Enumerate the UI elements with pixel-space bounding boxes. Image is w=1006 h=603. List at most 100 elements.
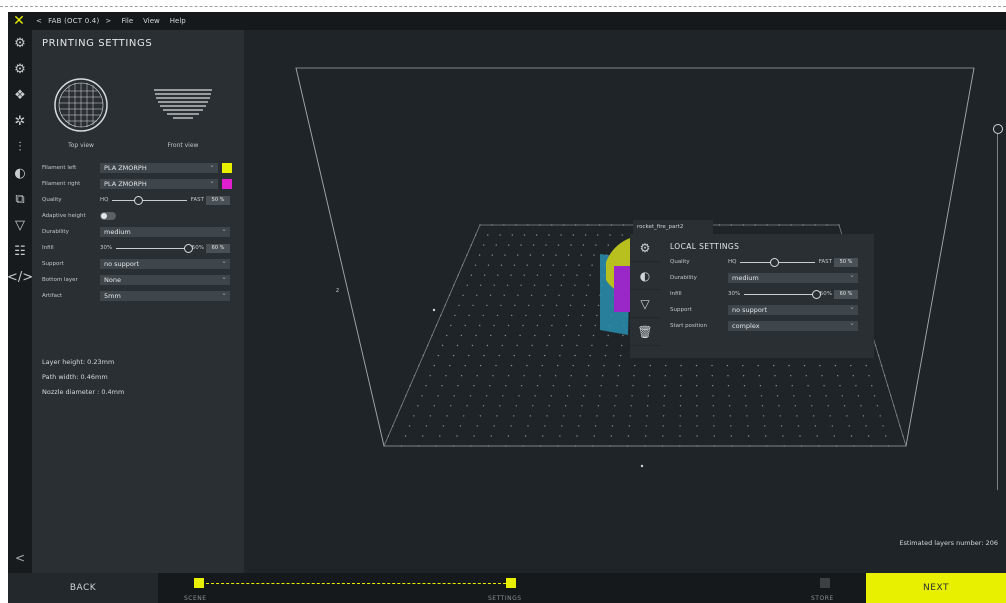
local-support-select[interactable]: no support xyxy=(728,302,858,315)
step-store-marker[interactable] xyxy=(820,578,830,588)
project-name[interactable]: FAB (OCT 0.4) xyxy=(48,17,99,25)
durability-select[interactable]: medium xyxy=(100,224,230,237)
infill-slider[interactable]: 30% 50% 60 % xyxy=(100,243,230,253)
infill-knob[interactable] xyxy=(183,243,193,253)
local-quality-track[interactable] xyxy=(740,257,815,267)
back-button[interactable]: BACK xyxy=(8,573,158,603)
next-button[interactable]: NEXT xyxy=(866,573,1006,603)
bed-grid-dot xyxy=(595,244,597,246)
bed-grid-dot xyxy=(476,375,478,377)
step-settings-marker[interactable] xyxy=(506,578,516,588)
local-gear-icon[interactable]: ⚙ xyxy=(630,234,660,262)
trash-icon[interactable]: 🗑 xyxy=(630,318,660,346)
bed-grid-dot xyxy=(491,254,493,256)
bed-grid-dot xyxy=(506,284,509,286)
bed-grid-dot xyxy=(536,385,539,387)
bed-grid-dot xyxy=(511,314,513,317)
quality-slider[interactable]: HQ FAST 50 % xyxy=(100,195,230,205)
bed-grid-dot xyxy=(583,304,586,307)
adaptive-height-toggle[interactable] xyxy=(100,212,116,220)
infill-row: Infill 30% 50% 60 % xyxy=(42,242,238,254)
local-quality-knob[interactable] xyxy=(769,257,779,267)
bed-grid-dot xyxy=(846,415,848,417)
bed-grid-dot xyxy=(530,294,533,296)
layer-slider-track[interactable] xyxy=(997,130,998,490)
crumb-prefix[interactable]: < xyxy=(36,17,42,25)
code-icon[interactable]: </> xyxy=(7,264,33,290)
bed-grid-dot xyxy=(422,354,424,357)
support-tree-icon[interactable]: ⫶ xyxy=(8,134,32,160)
gear-sub-icon[interactable]: ⚙ xyxy=(8,56,32,82)
local-infill-label: Infill xyxy=(670,291,682,297)
step-scene-marker[interactable] xyxy=(194,578,204,588)
local-infill-knob[interactable] xyxy=(811,289,821,299)
infill-track[interactable] xyxy=(116,243,193,253)
bed-grid-dot xyxy=(819,364,821,367)
bed-grid-dot xyxy=(576,274,578,276)
bed-grid-dot xyxy=(409,385,411,387)
local-infill-track[interactable] xyxy=(744,289,821,299)
bed-grid-dot xyxy=(441,385,443,387)
bed-grid-dot xyxy=(498,354,500,357)
quality-knob[interactable] xyxy=(134,195,144,205)
collapse-panel-button[interactable]: < xyxy=(8,551,32,565)
model-settings-icon[interactable]: ❖ xyxy=(8,82,32,108)
infill-value-box[interactable]: 60 % xyxy=(206,243,230,253)
filament-right-select[interactable]: PLA ZMORPH xyxy=(100,176,218,189)
bed-grid-dot xyxy=(582,395,585,397)
app-window: ✕ < FAB (OCT 0.4) > File View Help ⚙ ⚙ ❖… xyxy=(7,12,1006,603)
bed-grid-dot xyxy=(418,364,420,367)
palette-icon[interactable]: ◐ xyxy=(8,160,32,186)
bed-grid-dot xyxy=(572,294,574,296)
bed-grid-dot xyxy=(615,395,617,397)
bed-grid-dot xyxy=(476,294,478,296)
quality-track[interactable] xyxy=(112,195,187,205)
local-infill-slider[interactable]: 30% 50% 60 % xyxy=(728,289,858,299)
bed-grid-dot xyxy=(603,364,605,367)
bed-grid-dot xyxy=(835,445,838,447)
filament-left-select[interactable]: PLA ZMORPH xyxy=(100,160,218,173)
menu-help[interactable]: Help xyxy=(170,17,186,25)
adaptive-height-row: Adaptive height xyxy=(42,210,238,222)
bed-grid-dot xyxy=(663,405,665,407)
local-quality-slider[interactable]: HQ FAST 50 % xyxy=(728,257,858,267)
local-start-select[interactable]: complex xyxy=(728,318,858,331)
bed-grid-dot xyxy=(834,364,837,367)
bed-grid-dot xyxy=(811,405,813,407)
multi-gear-icon[interactable]: ✲ xyxy=(8,108,32,134)
quality-value-box[interactable]: 50 % xyxy=(206,195,230,205)
bed-grid-dot xyxy=(435,445,437,447)
bed-grid-dot xyxy=(604,354,607,357)
bed-grid-dot xyxy=(469,395,472,397)
bed-grid-dot xyxy=(442,425,445,427)
funnel-icon[interactable]: ▽ xyxy=(8,212,32,238)
bed-grid-dot xyxy=(487,264,490,266)
menu-view[interactable]: View xyxy=(143,17,160,25)
gear-icon[interactable]: ⚙ xyxy=(8,30,32,56)
local-quality-hq-label: HQ xyxy=(728,259,737,265)
local-funnel-icon[interactable]: ▽ xyxy=(630,290,660,318)
local-quality-value-box[interactable]: 50 % xyxy=(834,257,858,267)
bed-grid-dot xyxy=(456,344,459,347)
durability-row: Durability medium xyxy=(42,224,238,238)
filament-left-color[interactable] xyxy=(222,163,232,173)
bed-grid-dot xyxy=(531,344,533,347)
scene-viewport[interactable]: z Estimated layers number: 206 rocket_fi… xyxy=(244,30,1006,573)
layer-slider-knob[interactable] xyxy=(993,124,1003,134)
filament-right-color[interactable] xyxy=(222,179,232,189)
nozzle-diameter-info: Nozzle diameter : 0.4mm xyxy=(42,388,125,396)
layers-icon[interactable]: ⧉ xyxy=(8,186,32,212)
support-select[interactable]: no support xyxy=(100,256,230,269)
network-icon[interactable]: ☷ xyxy=(8,238,32,264)
local-infill-value-box[interactable]: 60 % xyxy=(834,289,858,299)
bed-grid-dot xyxy=(679,435,681,437)
local-palette-icon[interactable]: ◐ xyxy=(630,262,660,290)
bottom-layer-select[interactable]: None xyxy=(100,272,230,285)
local-durability-select[interactable]: medium xyxy=(728,270,858,283)
bed-grid-dot xyxy=(473,385,475,387)
menu-file[interactable]: File xyxy=(121,17,133,25)
bed-grid-dot xyxy=(479,324,481,327)
bed-grid-dot xyxy=(544,354,546,357)
artifact-select[interactable]: 5mm xyxy=(100,288,230,301)
bed-grid-dot xyxy=(599,395,601,397)
